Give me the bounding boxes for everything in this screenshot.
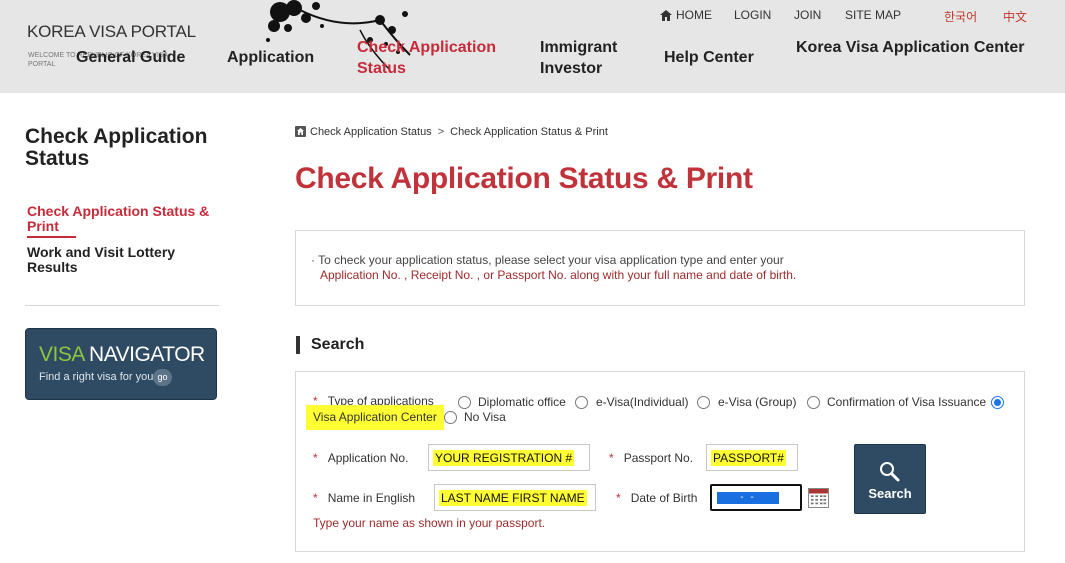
breadcrumb: Check Application Status > Check Applicati… xyxy=(295,126,608,138)
radio-no-visa[interactable] xyxy=(444,411,457,424)
gnb-application[interactable]: Application xyxy=(227,47,314,68)
search-button[interactable]: Search xyxy=(854,444,926,514)
required-mark: * xyxy=(313,491,318,505)
sidebar-divider xyxy=(25,305,219,306)
gnb-korea-visa-application-center[interactable]: Korea Visa Application Center xyxy=(796,37,1025,58)
calendar-icon[interactable] xyxy=(808,488,829,508)
search-icon xyxy=(880,462,900,482)
radio-visa-application-center[interactable] xyxy=(991,396,1004,409)
name-english-input[interactable]: LAST NAME FIRST NAME xyxy=(434,484,596,511)
breadcrumb-separator: > xyxy=(437,126,445,138)
util-sitemap-link[interactable]: SITE MAP xyxy=(845,8,901,22)
info-text-line2: Application No. , Receipt No. , or Passp… xyxy=(320,268,797,282)
application-no-value: YOUR REGISTRATION # xyxy=(433,450,575,466)
sidebar-item-lottery-results[interactable]: Work and Visit Lottery Results xyxy=(27,245,227,275)
application-no-input[interactable]: YOUR REGISTRATION # xyxy=(428,444,590,471)
application-no-label: * Application No. xyxy=(313,451,408,465)
visa-navigator-banner[interactable]: VISA NAVIGATOR Find a right visa for you… xyxy=(25,328,217,400)
radio-label-diplomatic-office[interactable]: Diplomatic office xyxy=(478,395,566,409)
home-icon[interactable] xyxy=(295,126,306,137)
site-header: KOREA VISA PORTAL WELCOME TO REPUBLIC OF… xyxy=(0,0,1065,93)
lang-korean-link[interactable]: 한국어 xyxy=(944,8,977,25)
page-title: Check Application Status & Print xyxy=(295,162,753,195)
visa-navigator-title: VISA NAVIGATOR xyxy=(39,344,205,366)
radio-label-visa-application-center[interactable]: Visa Application Center xyxy=(306,405,444,430)
name-english-value: LAST NAME FIRST NAME xyxy=(439,490,587,506)
required-mark: * xyxy=(609,451,614,465)
visa-navigator-title-a: VISA xyxy=(39,343,84,366)
radio-label-evisa-group[interactable]: e-Visa (Group) xyxy=(718,395,796,409)
util-join-link[interactable]: JOIN xyxy=(794,8,821,22)
home-icon xyxy=(660,10,672,21)
radio-confirmation-visa-issuance[interactable] xyxy=(807,396,820,409)
passport-no-input[interactable]: PASSPORT# xyxy=(706,444,798,471)
application-no-label-text: Application No. xyxy=(327,451,409,465)
gnb-immigrant-investor[interactable]: Immigrant Investor xyxy=(540,37,640,79)
name-hint-text: Type your name as shown in your passport… xyxy=(313,516,546,530)
radio-label-confirmation-visa-issuance[interactable]: Confirmation of Visa Issuance xyxy=(827,395,986,409)
radio-label-evisa-individual[interactable]: e-Visa(Individual) xyxy=(596,395,689,409)
passport-no-label: * Passport No. xyxy=(609,451,693,465)
sidebar-title: Check Application Status xyxy=(25,125,208,170)
radio-diplomatic-office[interactable] xyxy=(458,396,471,409)
util-login-link[interactable]: LOGIN xyxy=(734,8,771,22)
breadcrumb-item-check-status[interactable]: Check Application Status xyxy=(310,126,432,138)
sidebar-active-underline xyxy=(27,236,76,238)
sidebar-item-check-status-print[interactable]: Check Application Status & Print xyxy=(27,204,227,234)
breadcrumb-item-current: Check Application Status & Print xyxy=(450,126,608,138)
site-logo[interactable]: KOREA VISA PORTAL xyxy=(27,22,196,42)
search-button-label: Search xyxy=(868,486,912,501)
util-home-link[interactable]: HOME xyxy=(660,8,712,22)
lang-chinese-link[interactable]: 中文 xyxy=(1003,8,1027,25)
radio-evisa-individual[interactable] xyxy=(575,396,588,409)
dob-label-text: Date of Birth xyxy=(630,491,698,505)
visa-navigator-title-b: NAVIGATOR xyxy=(83,343,205,366)
required-mark: * xyxy=(616,491,621,505)
gnb-check-application-status[interactable]: Check Application Status xyxy=(357,37,507,79)
dob-input[interactable]: - - xyxy=(710,484,802,511)
radio-evisa-group[interactable] xyxy=(697,396,710,409)
dob-label: * Date of Birth xyxy=(616,491,697,505)
name-label-text: Name in English xyxy=(327,491,416,505)
visa-navigator-subtitle: Find a right visa for you xyxy=(39,371,154,383)
radio-label-no-visa[interactable]: No Visa xyxy=(464,410,506,424)
section-title-search: Search xyxy=(311,336,365,353)
util-home-label: HOME xyxy=(676,8,712,22)
visa-navigator-go-button[interactable]: go xyxy=(153,369,172,386)
info-box: · To check your application status, plea… xyxy=(295,230,1025,306)
passport-no-label-text: Passport No. xyxy=(623,451,694,465)
section-marker xyxy=(296,336,300,354)
dob-value: - - xyxy=(717,492,779,504)
name-label: * Name in English xyxy=(313,491,415,505)
info-text-line1: · To check your application status, plea… xyxy=(311,253,784,267)
gnb-help-center[interactable]: Help Center xyxy=(664,47,754,68)
passport-no-value: PASSPORT# xyxy=(711,450,786,466)
gnb-general-guide[interactable]: General Guide xyxy=(76,47,185,68)
required-mark: * xyxy=(313,451,318,465)
